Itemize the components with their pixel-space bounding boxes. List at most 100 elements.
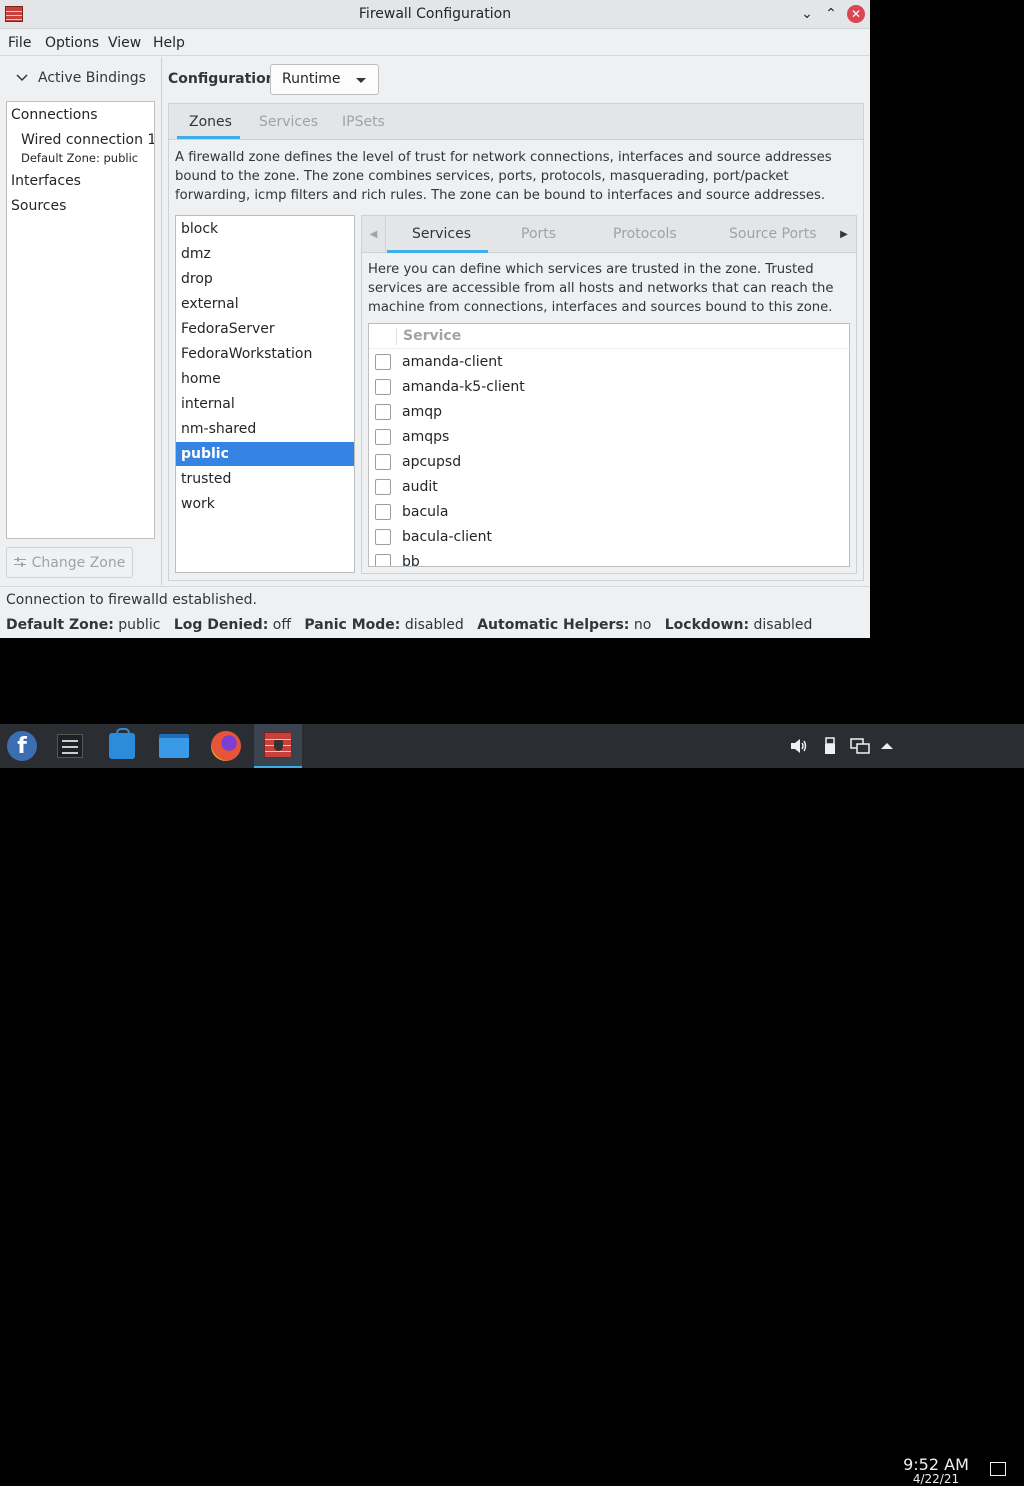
tab-ipsets[interactable]: IPSets bbox=[342, 114, 385, 130]
fedora-logo-icon: f bbox=[7, 731, 37, 761]
zone-item[interactable]: internal bbox=[176, 392, 354, 416]
zone-item[interactable]: FedoraServer bbox=[176, 317, 354, 341]
tabs-scroll-right-icon[interactable]: ▶ bbox=[832, 216, 856, 253]
configuration-select[interactable]: Runtime bbox=[270, 64, 379, 95]
zone-item[interactable]: nm-shared bbox=[176, 417, 354, 441]
service-checkbox[interactable] bbox=[375, 554, 391, 566]
services-table-header: Service bbox=[369, 324, 849, 349]
main-tabs: Zones Services IPSets bbox=[169, 104, 863, 140]
service-name: amqps bbox=[402, 429, 450, 445]
lockdown-label: Lockdown: bbox=[664, 617, 750, 633]
tabs-scroll-left-icon[interactable]: ◀ bbox=[362, 216, 386, 253]
app-launcher-button[interactable]: f bbox=[0, 724, 44, 768]
service-checkbox[interactable] bbox=[375, 454, 391, 470]
taskbar-firefox[interactable] bbox=[204, 724, 248, 768]
lockdown-value: disabled bbox=[753, 617, 813, 633]
log-denied-label: Log Denied: bbox=[173, 617, 269, 633]
table-row[interactable]: bacula bbox=[369, 500, 849, 525]
bindings-connections-label[interactable]: Connections bbox=[11, 107, 98, 123]
menu-help[interactable]: Help bbox=[153, 35, 185, 51]
bindings-connection-zone: Default Zone: public bbox=[21, 151, 139, 165]
taskbar-system-settings[interactable] bbox=[48, 724, 92, 768]
volume-icon[interactable] bbox=[788, 724, 810, 768]
zone-item[interactable]: trusted bbox=[176, 467, 354, 491]
menu-file[interactable]: File bbox=[8, 35, 31, 51]
bindings-connection-item[interactable]: Wired connection 1 (e bbox=[21, 132, 154, 148]
service-checkbox[interactable] bbox=[375, 404, 391, 420]
change-zone-button[interactable]: Change Zone bbox=[6, 547, 133, 578]
service-checkbox[interactable] bbox=[375, 479, 391, 495]
usb-device-icon[interactable] bbox=[820, 724, 840, 768]
table-row[interactable]: amanda-k5-client bbox=[369, 375, 849, 400]
zone-list[interactable]: block dmz drop external FedoraServer FedoraWo… bbox=[175, 215, 355, 573]
title-bar[interactable]: Firewall Configuration ⌄ ⌃ ✕ bbox=[0, 0, 870, 29]
maximize-button[interactable]: ⌃ bbox=[821, 4, 841, 24]
bindings-interfaces-label[interactable]: Interfaces bbox=[11, 173, 81, 189]
service-checkbox[interactable] bbox=[375, 529, 391, 545]
table-row[interactable]: amqp bbox=[369, 400, 849, 425]
sliders-icon bbox=[13, 556, 26, 570]
panic-mode-value: disabled bbox=[404, 617, 464, 633]
close-button[interactable]: ✕ bbox=[847, 5, 865, 23]
active-bindings-header: Active Bindings bbox=[38, 70, 146, 86]
dropdown-arrow-icon bbox=[356, 78, 366, 83]
zone-item[interactable]: work bbox=[176, 492, 354, 516]
minimize-button[interactable]: ⌄ bbox=[797, 4, 817, 24]
table-row[interactable]: audit bbox=[369, 475, 849, 500]
zone-tab-services[interactable]: Services bbox=[412, 226, 471, 242]
folder-icon bbox=[159, 734, 189, 758]
zone-item[interactable]: block bbox=[176, 217, 354, 241]
service-column-header[interactable]: Service bbox=[403, 328, 461, 344]
service-checkbox[interactable] bbox=[375, 379, 391, 395]
automatic-helpers-label: Automatic Helpers: bbox=[477, 617, 630, 633]
software-store-icon bbox=[109, 728, 135, 759]
firewall-window: Firewall Configuration ⌄ ⌃ ✕ File Option… bbox=[0, 0, 870, 638]
zone-tab-ports[interactable]: Ports bbox=[521, 226, 556, 242]
service-name: amanda-client bbox=[402, 354, 503, 370]
chevron-down-icon bbox=[16, 72, 28, 85]
default-zone-value: public bbox=[118, 617, 161, 633]
firewall-icon bbox=[264, 732, 292, 758]
zone-item[interactable]: dmz bbox=[176, 242, 354, 266]
clock-date[interactable]: 4/22/21 bbox=[896, 1472, 976, 1486]
show-desktop-icon[interactable] bbox=[990, 1462, 1006, 1476]
service-name: amanda-k5-client bbox=[402, 379, 525, 395]
table-row[interactable]: amanda-client bbox=[369, 350, 849, 375]
taskbar-firewall-config[interactable] bbox=[254, 724, 302, 768]
service-checkbox[interactable] bbox=[375, 429, 391, 445]
change-zone-label: Change Zone bbox=[31, 554, 126, 571]
table-row[interactable]: apcupsd bbox=[369, 450, 849, 475]
firewall-status-bar: Default Zone: public Log Denied: off Pan… bbox=[6, 617, 821, 633]
connection-status: Connection to firewalld established. bbox=[6, 592, 257, 608]
table-row[interactable]: bacula-client bbox=[369, 525, 849, 550]
services-table: Service amanda-client amanda-k5-client amq… bbox=[368, 323, 850, 567]
menu-view[interactable]: View bbox=[108, 35, 141, 51]
services-description: Here you can define which services are t… bbox=[368, 262, 834, 315]
tray-expand-icon[interactable] bbox=[877, 724, 897, 768]
zone-settings-frame: ◀ Services Ports Protocols Source Ports … bbox=[361, 215, 857, 574]
taskbar-discover[interactable] bbox=[100, 724, 144, 768]
table-row[interactable]: bb bbox=[369, 550, 849, 567]
service-checkbox[interactable] bbox=[375, 504, 391, 520]
zone-item[interactable]: public bbox=[176, 442, 354, 466]
network-icon[interactable] bbox=[848, 724, 872, 768]
tab-services[interactable]: Services bbox=[259, 114, 318, 130]
active-bindings-panel: Active Bindings Connections Wired connec… bbox=[0, 57, 162, 585]
zone-item[interactable]: home bbox=[176, 367, 354, 391]
menu-options[interactable]: Options bbox=[45, 35, 99, 51]
status-divider bbox=[0, 586, 870, 587]
bindings-sources-label[interactable]: Sources bbox=[11, 198, 66, 214]
tab-zones[interactable]: Zones bbox=[189, 114, 232, 130]
zone-tab-services-indicator bbox=[387, 250, 488, 253]
taskbar-file-manager[interactable] bbox=[152, 724, 196, 768]
service-name: bb bbox=[402, 554, 420, 567]
log-denied-value: off bbox=[272, 617, 291, 633]
zone-item[interactable]: FedoraWorkstation bbox=[176, 342, 354, 366]
active-bindings-toggle[interactable]: Active Bindings bbox=[16, 70, 146, 86]
table-row[interactable]: amqps bbox=[369, 425, 849, 450]
zone-item[interactable]: external bbox=[176, 292, 354, 316]
service-checkbox[interactable] bbox=[375, 354, 391, 370]
zone-item[interactable]: drop bbox=[176, 267, 354, 291]
zone-tab-protocols[interactable]: Protocols bbox=[613, 226, 677, 242]
zone-tab-source-ports[interactable]: Source Ports bbox=[729, 226, 817, 242]
